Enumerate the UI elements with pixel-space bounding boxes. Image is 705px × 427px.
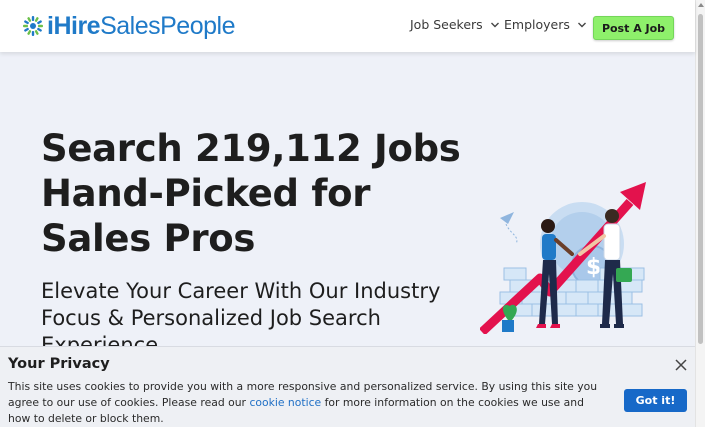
- nav-employers[interactable]: Employers: [504, 17, 587, 32]
- cookie-notice-link[interactable]: cookie notice: [249, 396, 321, 409]
- nav-employers-label: Employers: [504, 17, 570, 32]
- scroll-up-arrow-icon[interactable]: [698, 3, 704, 7]
- nav-job-seekers[interactable]: Job Seekers: [410, 17, 500, 32]
- scrollbar-thumb[interactable]: [698, 14, 703, 344]
- cookie-banner: Your Privacy This site uses cookies to p…: [0, 346, 695, 427]
- logo-mark-icon: [23, 16, 43, 36]
- cookie-banner-title: Your Privacy: [8, 356, 110, 372]
- close-icon[interactable]: [674, 358, 688, 372]
- cookie-banner-text: This site uses cookies to provide you wi…: [8, 379, 598, 427]
- post-a-job-button[interactable]: Post A Job: [593, 16, 674, 40]
- logo-sub: SalesPeople: [100, 12, 235, 40]
- chevron-down-icon: [577, 22, 586, 27]
- logo-brand: iHire: [47, 12, 101, 40]
- hero-title: Search 219,112 Jobs Hand-Picked for Sale…: [41, 127, 461, 260]
- chevron-down-icon: [490, 22, 499, 27]
- nav-job-seekers-label: Job Seekers: [410, 17, 483, 32]
- hero-section: Search 219,112 Jobs Hand-Picked for Sale…: [0, 52, 695, 357]
- svg-text:$: $: [586, 255, 601, 280]
- page-scrollbar[interactable]: [695, 0, 705, 427]
- site-logo[interactable]: iHireSalesPeople: [22, 11, 235, 41]
- site-header: iHireSalesPeople Job Seekers Employers P…: [0, 0, 695, 52]
- handshake-illustration: $: [480, 182, 646, 334]
- got-it-button[interactable]: Got it!: [624, 389, 687, 412]
